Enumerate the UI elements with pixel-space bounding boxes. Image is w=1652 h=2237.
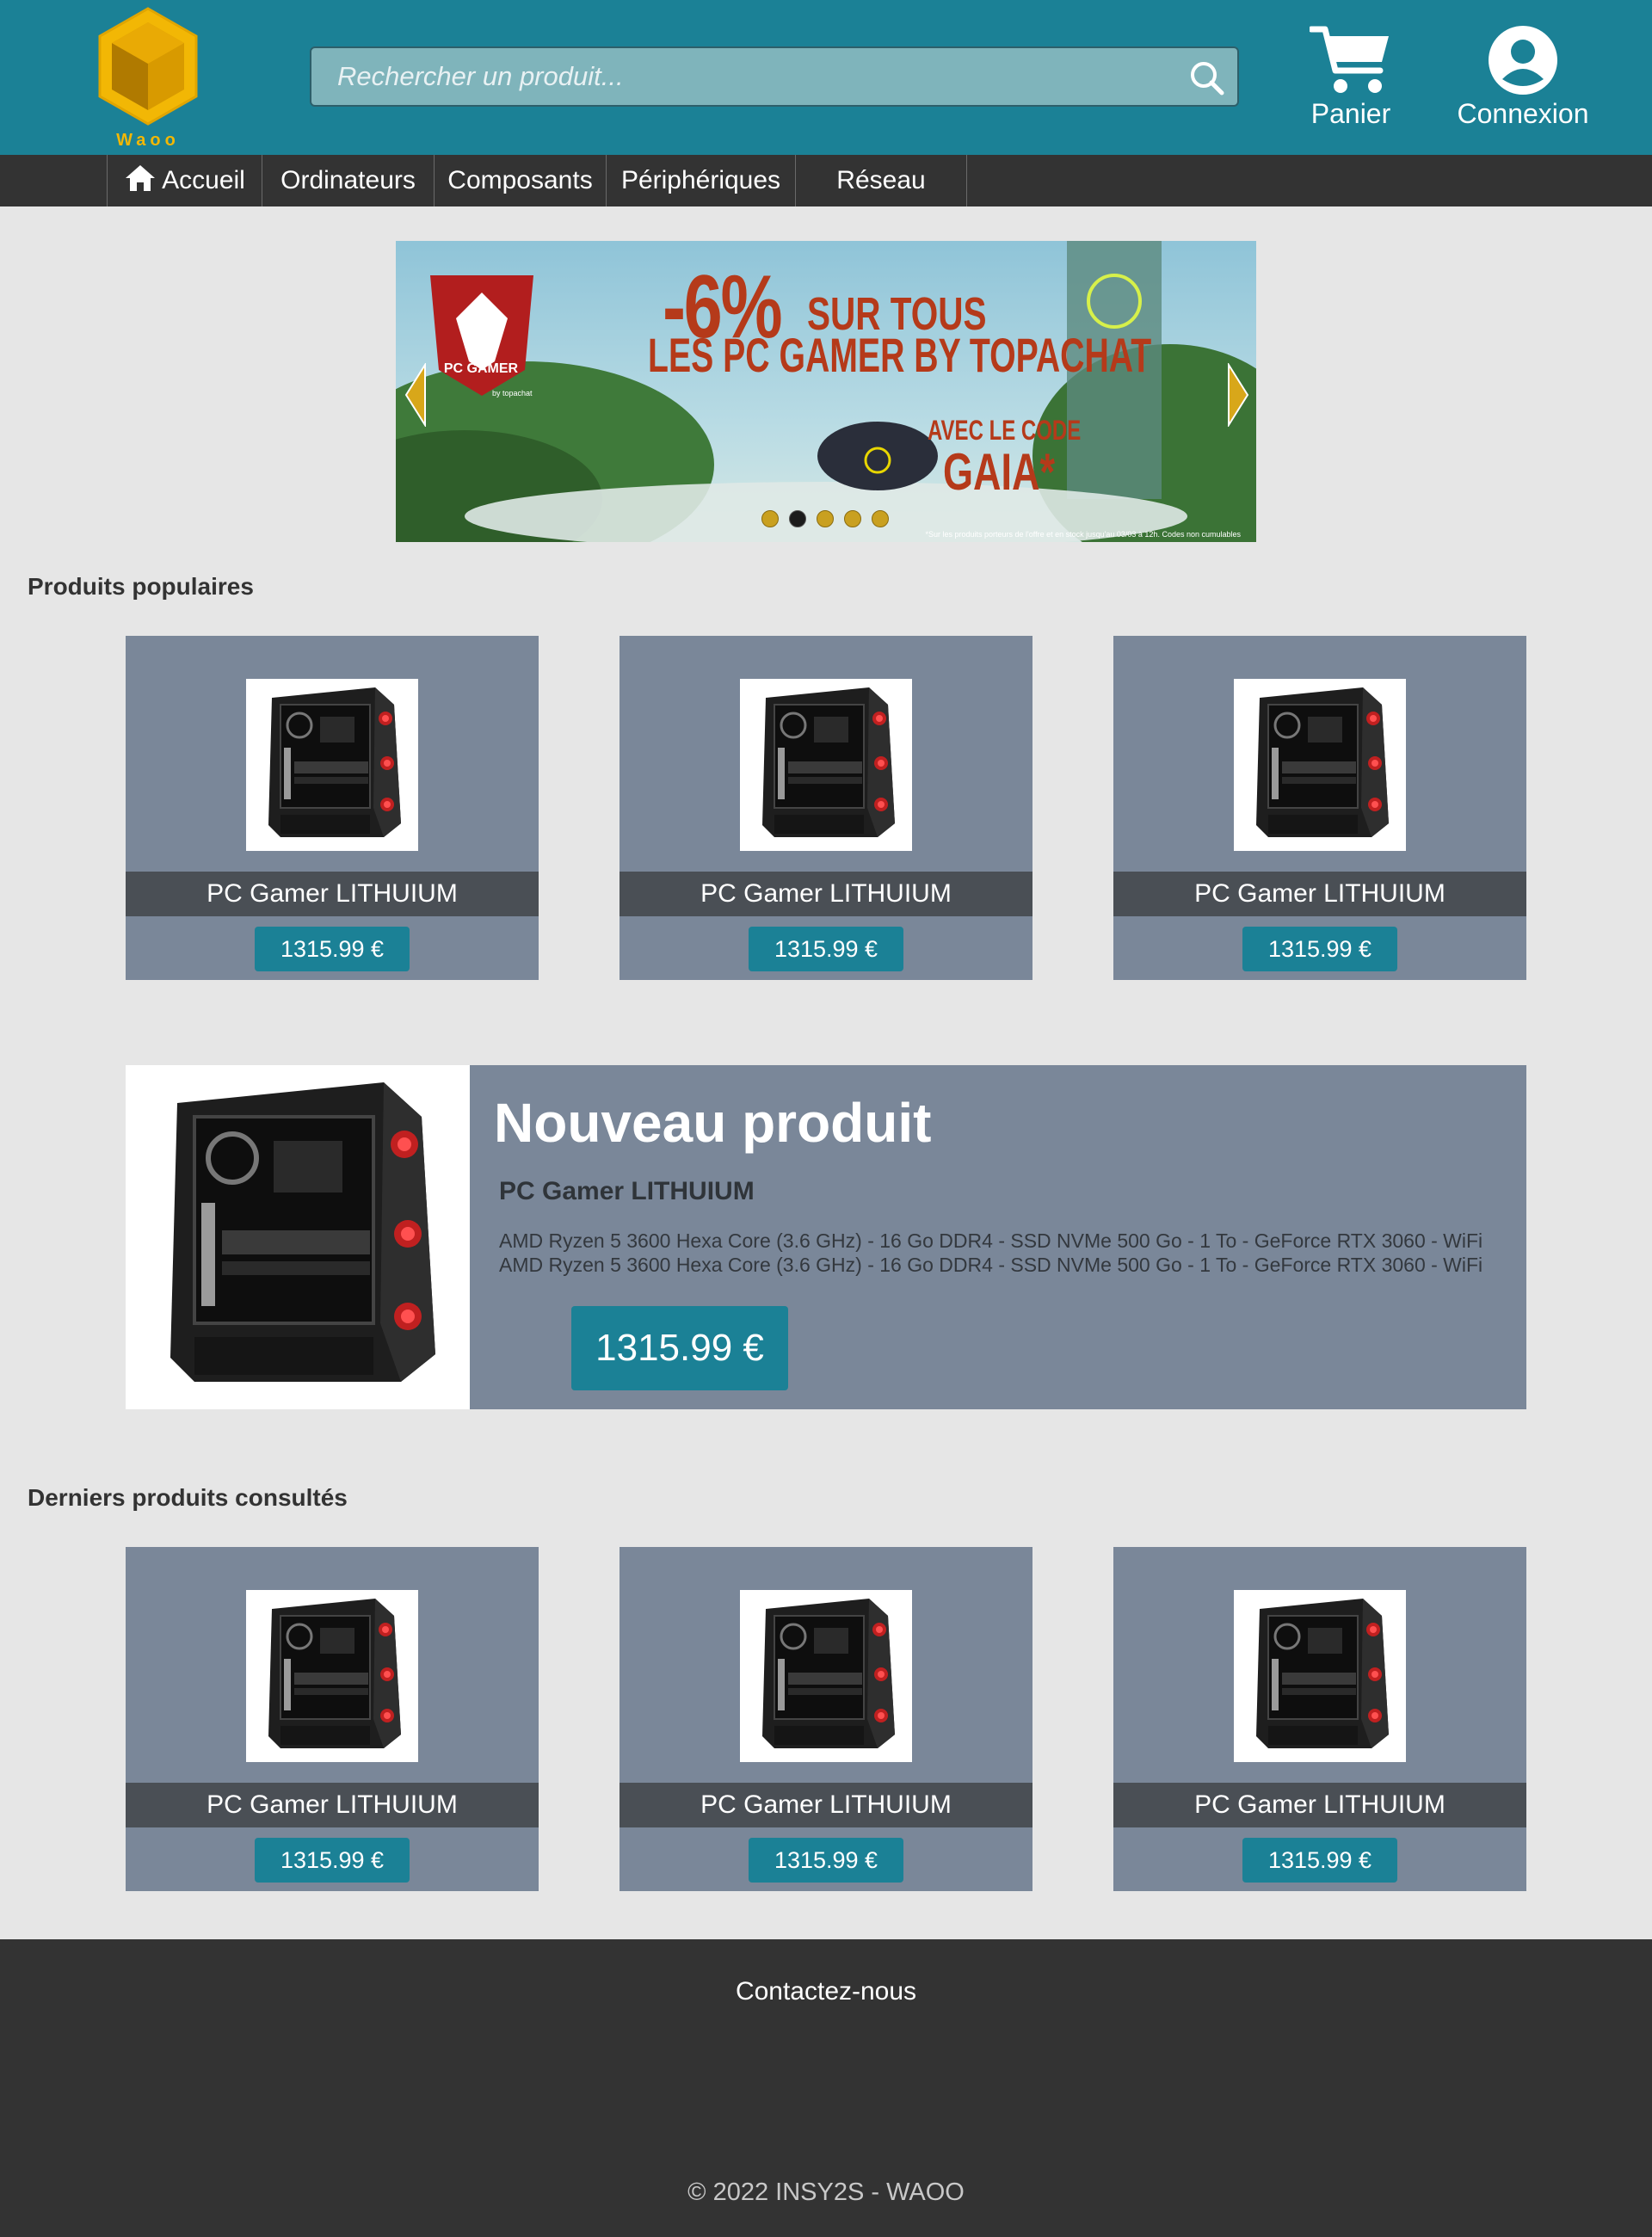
product-card[interactable]: PC Gamer LITHUIUM 1315.99 € <box>620 1547 1032 1891</box>
section-title-recent: Derniers produits consultés <box>28 1484 348 1511</box>
product-price-button[interactable]: 1315.99 € <box>749 1838 903 1883</box>
nav-label: Accueil <box>162 166 245 194</box>
featured-desc-line: AMD Ryzen 5 3600 Hexa Core (3.6 GHz) - 1… <box>499 1229 1483 1252</box>
nav-label: Composants <box>447 166 593 194</box>
product-image <box>740 1590 912 1762</box>
banner-code: GAIA* <box>943 443 1056 501</box>
carousel-next-icon[interactable] <box>1227 363 1249 427</box>
logo[interactable]: Waoo <box>91 3 205 151</box>
nav-item-ordinateurs[interactable]: Ordinateurs <box>262 155 434 206</box>
banner-badge: PC GAMER <box>443 361 519 376</box>
nav-label: Ordinateurs <box>280 166 416 194</box>
contact-link[interactable]: Contactez-nous <box>0 1977 1652 2006</box>
search-icon[interactable] <box>1187 59 1225 96</box>
product-name: PC Gamer LITHUIUM <box>126 872 539 916</box>
home-icon <box>126 165 156 191</box>
product-price-button[interactable]: 1315.99 € <box>255 1838 410 1883</box>
carousel-dot[interactable] <box>761 510 779 527</box>
product-card[interactable]: PC Gamer LITHUIUM 1315.99 € <box>620 636 1032 980</box>
nav-item-composants[interactable]: Composants <box>434 155 606 206</box>
carousel-dot[interactable] <box>817 510 834 527</box>
site-footer: Contactez-nous © 2022 INSY2S - WAOO <box>0 1939 1652 2237</box>
product-price-button[interactable]: 1315.99 € <box>1242 927 1397 971</box>
copyright: © 2022 INSY2S - WAOO <box>687 2178 965 2206</box>
carousel-dot[interactable] <box>844 510 861 527</box>
carousel-dot[interactable] <box>872 510 889 527</box>
product-name: PC Gamer LITHUIUM <box>1113 872 1526 916</box>
banner-subline: LES PC GAMER BY TOPACHAT <box>648 328 1152 382</box>
nav-label: Périphériques <box>620 166 781 194</box>
product-card[interactable]: PC Gamer LITHUIUM 1315.99 € <box>126 1547 539 1891</box>
featured-product-description: AMD Ryzen 5 3600 Hexa Core (3.6 GHz) - 1… <box>499 1229 1482 1277</box>
banner-badge-sub: by topachat <box>492 389 533 397</box>
featured-product-image <box>126 1065 470 1409</box>
cart-label: Panier <box>1310 98 1391 129</box>
user-icon <box>1489 26 1557 95</box>
logo-text: Waoo <box>116 131 180 150</box>
featured-product-name: PC Gamer LITHUIUM <box>499 1177 755 1205</box>
product-image <box>246 679 418 851</box>
product-image <box>246 1590 418 1762</box>
product-name: PC Gamer LITHUIUM <box>620 1783 1032 1827</box>
login-label: Connexion <box>1457 98 1589 129</box>
site-header: Waoo Panier Connexion <box>0 0 1652 155</box>
featured-product[interactable]: Nouveau produit PC Gamer LITHUIUM AMD Ry… <box>126 1065 1526 1409</box>
carousel-dot-active[interactable] <box>789 510 806 527</box>
product-price-button[interactable]: 1315.99 € <box>255 927 410 971</box>
product-card[interactable]: PC Gamer LITHUIUM 1315.99 € <box>1113 1547 1526 1891</box>
cart-icon <box>1310 26 1389 93</box>
cart-button[interactable]: Panier <box>1299 24 1402 136</box>
login-button[interactable]: Connexion <box>1451 24 1595 136</box>
banner-note: *Sur les produits porteurs de l'offre et… <box>925 530 1242 539</box>
nav-label: Réseau <box>836 166 926 194</box>
product-image <box>740 679 912 851</box>
search-input[interactable] <box>311 48 1172 105</box>
nav-item-reseau[interactable]: Réseau <box>795 155 967 206</box>
promo-carousel[interactable]: -6% SUR TOUS LES PC GAMER BY TOPACHAT AV… <box>396 241 1256 542</box>
product-image <box>1234 679 1406 851</box>
product-price-button[interactable]: 1315.99 € <box>1242 1838 1397 1883</box>
featured-title: Nouveau produit <box>494 1092 932 1154</box>
logo-icon <box>98 7 198 126</box>
product-name: PC Gamer LITHUIUM <box>1113 1783 1526 1827</box>
product-card[interactable]: PC Gamer LITHUIUM 1315.99 € <box>126 636 539 980</box>
featured-price-button[interactable]: 1315.99 € <box>571 1306 788 1390</box>
product-price-button[interactable]: 1315.99 € <box>749 927 903 971</box>
product-name: PC Gamer LITHUIUM <box>620 872 1032 916</box>
nav-item-accueil[interactable]: Accueil <box>107 155 262 206</box>
featured-desc-line: AMD Ryzen 5 3600 Hexa Core (3.6 GHz) - 1… <box>499 1254 1483 1276</box>
search-bar <box>310 46 1239 107</box>
product-image <box>1234 1590 1406 1762</box>
product-card[interactable]: PC Gamer LITHUIUM 1315.99 € <box>1113 636 1526 980</box>
carousel-prev-icon[interactable] <box>404 363 427 427</box>
main-nav: Accueil Ordinateurs Composants Périphéri… <box>0 155 1652 206</box>
nav-item-peripheriques[interactable]: Périphériques <box>606 155 795 206</box>
product-name: PC Gamer LITHUIUM <box>126 1783 539 1827</box>
section-title-popular: Produits populaires <box>28 573 254 600</box>
